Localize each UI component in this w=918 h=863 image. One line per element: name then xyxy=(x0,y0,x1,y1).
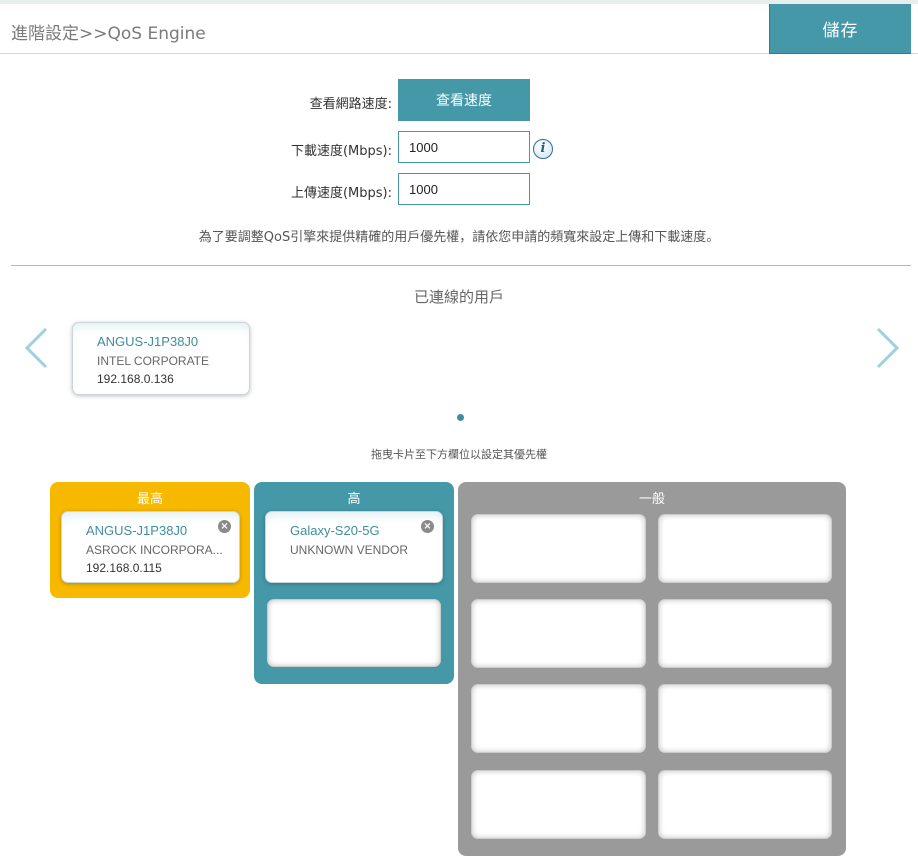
upload-speed-label: 上傳速度(Mbps): xyxy=(290,186,392,201)
client-vendor: INTEL CORPORATE xyxy=(97,354,210,368)
download-speed-label: 下載速度(Mbps): xyxy=(290,144,392,159)
carousel-dot[interactable] xyxy=(457,414,464,421)
chevron-left-icon[interactable] xyxy=(22,326,52,370)
client-card[interactable]: ANGUS-J1P38J0 INTEL CORPORATE 192.168.0.… xyxy=(72,322,250,395)
upload-speed-input[interactable] xyxy=(398,173,530,205)
connected-clients-title: 已連線的用戶 xyxy=(413,288,504,306)
priority-highest-title: 最高 xyxy=(136,492,163,507)
priority-normal-bucket[interactable]: 一般 xyxy=(458,482,846,856)
close-circle-icon[interactable]: × xyxy=(218,520,231,533)
client-name: ANGUS-J1P38J0 xyxy=(86,523,188,538)
empty-slot[interactable] xyxy=(471,770,646,839)
client-card[interactable]: Galaxy-S20-5G UNKNOWN VENDOR × xyxy=(265,511,443,583)
download-speed-input[interactable] xyxy=(398,131,530,163)
priority-high-bucket[interactable]: 高 Galaxy-S20-5G UNKNOWN VENDOR × xyxy=(254,482,454,684)
client-vendor: ASROCK INCORPORA... xyxy=(86,543,223,557)
save-button[interactable]: 儲存 xyxy=(769,4,911,54)
drag-hint: 拖曳卡片至下方欄位以設定其優先權 xyxy=(371,448,547,461)
check-speed-label: 查看網路速度: xyxy=(309,97,392,112)
priority-high-title: 高 xyxy=(347,492,361,507)
client-card[interactable]: ANGUS-J1P38J0 ASROCK INCORPORA... 192.16… xyxy=(61,511,240,583)
empty-slot[interactable] xyxy=(267,599,441,667)
priority-normal-title: 一般 xyxy=(638,492,665,507)
empty-slot[interactable] xyxy=(471,599,646,668)
breadcrumb: 進階設定>>QoS Engine xyxy=(11,24,206,44)
empty-slot[interactable] xyxy=(471,514,646,583)
close-circle-icon[interactable]: × xyxy=(421,520,434,533)
empty-slot[interactable] xyxy=(658,770,832,839)
empty-slot[interactable] xyxy=(658,684,832,753)
client-ip: 192.168.0.136 xyxy=(97,372,174,386)
client-vendor: UNKNOWN VENDOR xyxy=(290,543,409,557)
speed-note: 為了要調整QoS引擎來提供精確的用戶優先權，請依您申請的頻寬來設定上傳和下載速度… xyxy=(198,230,720,245)
empty-slot[interactable] xyxy=(471,684,646,753)
page-header: 進階設定>>QoS Engine 儲存 xyxy=(0,4,918,54)
client-name: Galaxy-S20-5G xyxy=(290,523,380,538)
empty-slot[interactable] xyxy=(658,599,832,668)
section-divider xyxy=(11,265,911,266)
empty-slot[interactable] xyxy=(658,514,832,583)
client-name: ANGUS-J1P38J0 xyxy=(97,334,199,349)
info-icon[interactable]: i xyxy=(533,139,553,159)
chevron-right-icon[interactable] xyxy=(872,326,902,370)
check-speed-button[interactable]: 查看速度 xyxy=(398,79,530,121)
client-ip: 192.168.0.115 xyxy=(86,561,162,575)
priority-highest-bucket[interactable]: 最高 ANGUS-J1P38J0 ASROCK INCORPORA... 192… xyxy=(50,482,250,598)
